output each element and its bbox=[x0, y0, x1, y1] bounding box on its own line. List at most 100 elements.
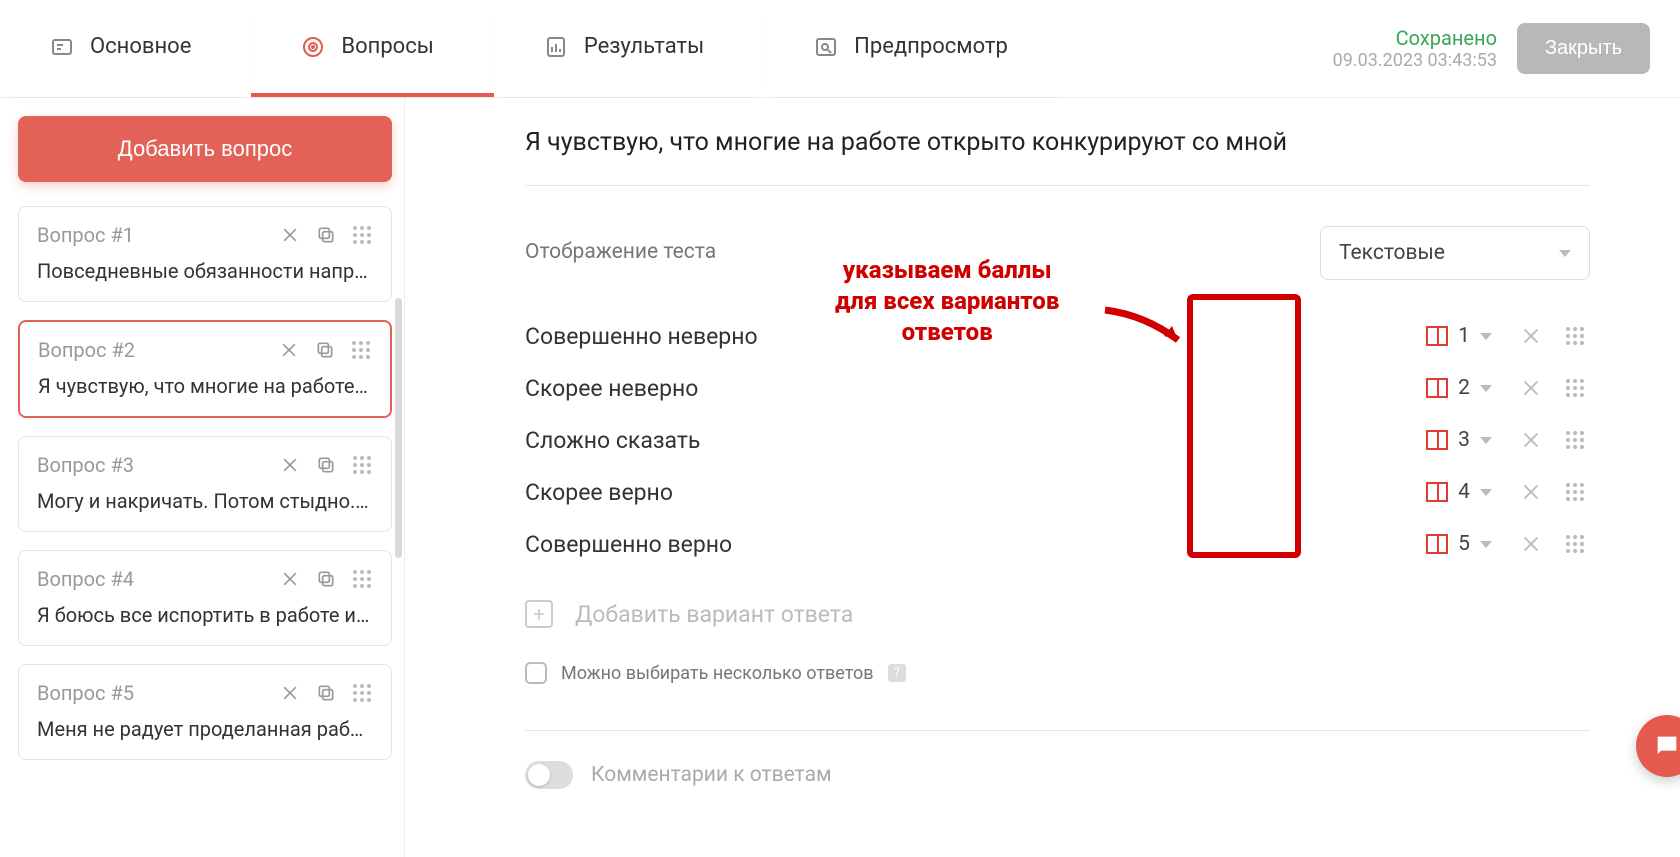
chevron-down-icon bbox=[1480, 489, 1492, 496]
drag-answer-icon[interactable] bbox=[1560, 529, 1590, 559]
display-type-select[interactable]: Текстовые bbox=[1320, 226, 1590, 280]
score-picker[interactable]: 3 bbox=[1416, 428, 1502, 452]
delete-icon[interactable] bbox=[279, 682, 301, 704]
score-picker[interactable]: 2 bbox=[1416, 376, 1502, 400]
comments-row: Комментарии к ответам bbox=[525, 761, 1590, 789]
drag-icon[interactable] bbox=[351, 224, 373, 246]
tab-results[interactable]: Результаты bbox=[494, 0, 764, 97]
multi-select-label: Можно выбирать несколько ответов bbox=[561, 663, 874, 684]
delete-icon[interactable] bbox=[279, 454, 301, 476]
answer-row: Скорее верно 4 bbox=[525, 466, 1590, 518]
add-answer-label: Добавить вариант ответа bbox=[575, 601, 853, 628]
copy-icon[interactable] bbox=[315, 682, 337, 704]
answer-label[interactable]: Сложно сказать bbox=[525, 427, 1416, 454]
tab-questions[interactable]: Вопросы bbox=[251, 0, 493, 97]
question-card-1[interactable]: Вопрос #1 Повседневные обязанности напря… bbox=[18, 206, 392, 302]
score-picker[interactable]: 1 bbox=[1416, 324, 1502, 348]
score-picker[interactable]: 5 bbox=[1416, 532, 1502, 556]
drag-icon[interactable] bbox=[350, 339, 372, 361]
tab-label: Результаты bbox=[584, 34, 704, 59]
drag-answer-icon[interactable] bbox=[1560, 477, 1590, 507]
score-icon bbox=[1426, 430, 1448, 450]
multi-select-row: Можно выбирать несколько ответов ? bbox=[525, 662, 1590, 684]
answer-row: Совершенно неверно 1 bbox=[525, 310, 1590, 362]
answer-row: Совершенно верно 5 bbox=[525, 518, 1590, 570]
question-card-4[interactable]: Вопрос #4 Я боюсь все испортить в работе… bbox=[18, 550, 392, 646]
comments-toggle[interactable] bbox=[525, 761, 573, 789]
display-label: Отображение теста bbox=[525, 226, 795, 264]
delete-answer-icon[interactable] bbox=[1516, 425, 1546, 455]
question-card-3[interactable]: Вопрос #3 Могу и накричать. Потом стыдно… bbox=[18, 436, 392, 532]
question-card-title: Вопрос #1 bbox=[37, 223, 134, 247]
score-icon bbox=[1426, 482, 1448, 502]
plus-icon: + bbox=[525, 600, 553, 628]
chevron-down-icon bbox=[1559, 250, 1571, 257]
tabs: Основное Вопросы Результаты Предпросмотр bbox=[0, 0, 1068, 97]
delete-answer-icon[interactable] bbox=[1516, 529, 1546, 559]
help-icon[interactable]: ? bbox=[888, 664, 906, 682]
score-value: 5 bbox=[1456, 532, 1472, 556]
divider bbox=[525, 730, 1590, 731]
chevron-down-icon bbox=[1480, 437, 1492, 444]
delete-icon[interactable] bbox=[279, 224, 301, 246]
question-card-text: Я боюсь все испортить в работе и вс… bbox=[37, 603, 373, 627]
chevron-down-icon bbox=[1480, 541, 1492, 548]
copy-icon[interactable] bbox=[315, 568, 337, 590]
comments-label: Комментарии к ответам bbox=[591, 763, 832, 787]
question-card-text: Могу и накричать. Потом стыдно. Ран… bbox=[37, 489, 373, 513]
drag-icon[interactable] bbox=[351, 568, 373, 590]
target-icon bbox=[301, 35, 325, 59]
drag-icon[interactable] bbox=[351, 454, 373, 476]
copy-icon[interactable] bbox=[315, 224, 337, 246]
tab-label: Основное bbox=[90, 34, 191, 59]
question-card-2[interactable]: Вопрос #2 Я чувствую, что многие на рабо… bbox=[18, 320, 392, 418]
delete-answer-icon[interactable] bbox=[1516, 321, 1546, 351]
copy-icon[interactable] bbox=[315, 454, 337, 476]
drag-answer-icon[interactable] bbox=[1560, 373, 1590, 403]
score-value: 2 bbox=[1456, 376, 1472, 400]
saved-timestamp: 09.03.2023 03:43:53 bbox=[1333, 50, 1497, 71]
header-bar: Основное Вопросы Результаты Предпросмотр… bbox=[0, 0, 1680, 98]
preview-icon bbox=[814, 35, 838, 59]
question-card-text: Повседневные обязанности напряга… bbox=[37, 259, 373, 283]
score-value: 3 bbox=[1456, 428, 1472, 452]
add-answer-button[interactable]: + Добавить вариант ответа bbox=[525, 600, 1590, 628]
answer-label[interactable]: Совершенно верно bbox=[525, 531, 1416, 558]
score-icon bbox=[1426, 378, 1448, 398]
score-picker[interactable]: 4 bbox=[1416, 480, 1502, 504]
question-card-5[interactable]: Вопрос #5 Меня не радует проделанная раб… bbox=[18, 664, 392, 760]
delete-answer-icon[interactable] bbox=[1516, 477, 1546, 507]
answer-row: Скорее неверно 2 bbox=[525, 362, 1590, 414]
score-icon bbox=[1426, 534, 1448, 554]
delete-answer-icon[interactable] bbox=[1516, 373, 1546, 403]
question-card-title: Вопрос #4 bbox=[37, 567, 134, 591]
scrollbar[interactable] bbox=[395, 298, 402, 558]
delete-icon[interactable] bbox=[278, 339, 300, 361]
answer-label[interactable]: Скорее верно bbox=[525, 479, 1416, 506]
sidebar: Добавить вопрос Вопрос #1 Повседневные о… bbox=[0, 98, 405, 857]
drag-answer-icon[interactable] bbox=[1560, 321, 1590, 351]
answer-row: Сложно сказать 3 bbox=[525, 414, 1590, 466]
chart-icon bbox=[544, 35, 568, 59]
tab-main[interactable]: Основное bbox=[0, 0, 251, 97]
answers-list: Совершенно неверно 1 Скорее неверно 2 bbox=[525, 310, 1590, 570]
delete-icon[interactable] bbox=[279, 568, 301, 590]
copy-icon[interactable] bbox=[314, 339, 336, 361]
question-text[interactable]: Я чувствую, что многие на работе открыто… bbox=[525, 128, 1590, 186]
score-icon bbox=[1426, 326, 1448, 346]
chevron-down-icon bbox=[1480, 333, 1492, 340]
tab-label: Предпросмотр bbox=[854, 34, 1008, 59]
multi-select-checkbox[interactable] bbox=[525, 662, 547, 684]
score-value: 1 bbox=[1456, 324, 1472, 348]
question-card-text: Я чувствую, что многие на работе от… bbox=[38, 374, 372, 398]
answer-label[interactable]: Скорее неверно bbox=[525, 375, 1416, 402]
add-question-button[interactable]: Добавить вопрос bbox=[18, 116, 392, 182]
answer-label[interactable]: Совершенно неверно bbox=[525, 323, 1416, 350]
save-status: Сохранено 09.03.2023 03:43:53 bbox=[1333, 26, 1497, 71]
drag-answer-icon[interactable] bbox=[1560, 425, 1590, 455]
close-button[interactable]: Закрыть bbox=[1517, 23, 1650, 74]
header-right: Сохранено 09.03.2023 03:43:53 Закрыть bbox=[1333, 23, 1680, 74]
saved-label: Сохранено bbox=[1333, 26, 1497, 50]
drag-icon[interactable] bbox=[351, 682, 373, 704]
tab-preview[interactable]: Предпросмотр bbox=[764, 0, 1068, 97]
